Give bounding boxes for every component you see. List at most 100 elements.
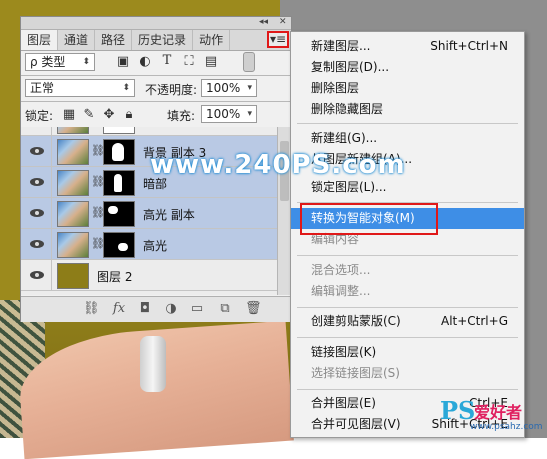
menu-item-label: 删除图层 [311, 81, 360, 95]
divider [51, 229, 52, 260]
menu-item-duplicate-layer[interactable]: 复制图层(D)... [291, 57, 524, 78]
folder-icon[interactable]: ▭ [189, 301, 205, 316]
site-logo-text: 爱好者 [474, 403, 523, 422]
mask-thumbnail[interactable] [103, 170, 135, 196]
menu-separator [297, 123, 518, 124]
menu-item-shortcut: Alt+Ctrl+G [440, 314, 508, 328]
lock-move-icon[interactable]: ✥ [101, 107, 117, 122]
type-filter-icon[interactable]: T [159, 53, 175, 68]
menu-item-label: 编辑调整... [311, 284, 371, 298]
layer-row[interactable]: ⛓ 高光 [21, 229, 277, 260]
tab-layers[interactable]: 图层 [21, 30, 59, 50]
filter-kind-select[interactable]: ρ 类型 ⬍ [25, 53, 95, 71]
menu-item-shortcut: Shift+Ctrl+N [430, 39, 508, 53]
tab-paths[interactable]: 路径 [95, 30, 133, 50]
fx-icon[interactable]: fx [111, 301, 127, 316]
layer-name[interactable]: 高光 副本 [143, 206, 195, 223]
layer-thumbnail [57, 170, 89, 196]
fill-value: 100% [206, 107, 241, 121]
layer-thumbnail [57, 127, 89, 134]
chevron-down-icon[interactable]: ▾ [247, 80, 252, 96]
menu-item-label: 新建组(G)... [311, 131, 378, 145]
visibility-eye-icon[interactable] [30, 269, 44, 281]
layer-name[interactable]: 高光 [143, 237, 167, 254]
mask-thumbnail [103, 127, 135, 134]
visibility-eye-icon[interactable] [30, 176, 44, 188]
layer-thumbnail [57, 263, 89, 289]
smart-object-filter-icon[interactable]: ▤ [203, 54, 219, 69]
menu-item-select-linked[interactable]: 选择链接图层(S) [291, 363, 524, 384]
menu-item-delete-hidden[interactable]: 删除隐藏图层 [291, 99, 524, 120]
menu-item-blending-options[interactable]: 混合选项... [291, 260, 524, 281]
menu-separator [297, 389, 518, 390]
opacity-input[interactable]: 100% ▾ [201, 79, 257, 97]
menu-item-label: 链接图层(K) [311, 345, 377, 359]
lock-brush-icon[interactable]: ✎ [81, 107, 97, 122]
menu-item-new-group[interactable]: 新建组(G)... [291, 128, 524, 149]
fill-label: 填充: [167, 109, 196, 123]
opacity-label: 不透明度: [145, 83, 198, 97]
divider [51, 260, 52, 291]
menu-item-label: 新建图层... [311, 39, 371, 53]
divider [51, 136, 52, 167]
shape-filter-icon[interactable]: ⛶ [181, 54, 197, 69]
menu-item-clipping-mask[interactable]: 创建剪贴蒙版(C) Alt+Ctrl+G [291, 311, 524, 332]
visibility-eye-icon[interactable] [30, 238, 44, 250]
panel-menu-button[interactable]: ▾≡ [267, 31, 289, 48]
mask-thumbnail[interactable] [103, 232, 135, 258]
fill-input[interactable]: 100% ▾ [201, 105, 257, 123]
layer-row[interactable]: 图层 2 [21, 260, 277, 291]
menu-item-delete-layer[interactable]: 删除图层 [291, 78, 524, 99]
trash-icon[interactable]: 🗑︎ [245, 301, 262, 316]
link-icon[interactable]: ⛓ [83, 301, 100, 316]
tab-actions[interactable]: 动作 [193, 30, 231, 50]
layer-thumbnail [57, 232, 89, 258]
filter-toggle-switch[interactable] [243, 52, 255, 72]
menu-item-label: 复制图层(D)... [311, 60, 390, 74]
menu-item-new-layer[interactable]: 新建图层... Shift+Ctrl+N [291, 36, 524, 57]
visibility-eye-icon[interactable] [30, 145, 44, 157]
image-filter-icon[interactable]: ▣ [115, 54, 131, 69]
divider [51, 198, 52, 229]
blend-mode-value: 正常 [30, 81, 55, 95]
lock-label: 锁定: [25, 109, 54, 123]
layer-name[interactable]: 图层 2 [97, 268, 132, 285]
blend-mode-select[interactable]: 正常 ⬍ [25, 79, 135, 97]
menu-item-label: 合并可见图层(V) [311, 417, 401, 431]
menu-item-link-layers[interactable]: 链接图层(K) [291, 342, 524, 363]
filter-kind-label: ρ 类型 [30, 55, 66, 69]
mask-icon[interactable]: ◘ [137, 301, 153, 316]
mask-thumbnail[interactable] [103, 201, 135, 227]
layer-row[interactable]: ⛓ 高光 副本 [21, 198, 277, 229]
chevron-updown-icon: ⬍ [82, 57, 90, 67]
layer-thumbnail [57, 139, 89, 165]
menu-separator [297, 337, 518, 338]
lock-all-icon[interactable]: 🔒︎ [121, 107, 137, 122]
chevron-updown-icon: ⬍ [122, 83, 130, 93]
lock-transparent-icon[interactable]: ▦ [61, 107, 77, 122]
menu-item-lock-layers[interactable]: 锁定图层(L)... [291, 177, 524, 198]
divider [21, 101, 291, 102]
tab-channels[interactable]: 通道 [58, 30, 96, 50]
menu-item-label: 删除隐藏图层 [311, 102, 384, 116]
menu-item-label: 合并图层(E) [311, 396, 376, 410]
collapse-icon[interactable]: ◂◂ [259, 17, 268, 27]
tab-history[interactable]: 历史记录 [132, 30, 194, 50]
menu-item-label: 创建剪贴蒙版(C) [311, 314, 401, 328]
new-layer-icon[interactable]: ⧉ [217, 301, 233, 316]
menu-item-label: 锁定图层(L)... [311, 180, 387, 194]
divider [51, 167, 52, 198]
adjustment-filter-icon[interactable]: ◐ [137, 54, 153, 69]
site-logo-url: www.psahz.com [470, 422, 543, 432]
visibility-eye-icon[interactable] [30, 207, 44, 219]
layer-row-partial[interactable] [21, 127, 277, 136]
menu-separator [297, 307, 518, 308]
menu-item-label: 选择链接图层(S) [311, 366, 400, 380]
close-icon[interactable]: ✕ [279, 17, 287, 27]
menu-item-edit-adjustment[interactable]: 编辑调整... [291, 281, 524, 302]
divider [21, 75, 291, 76]
adjustment-icon[interactable]: ◑ [163, 301, 179, 316]
chevron-down-icon[interactable]: ▾ [247, 106, 252, 122]
panel-titlebar[interactable]: ◂◂ ✕ [21, 17, 291, 30]
mask-thumbnail[interactable] [103, 139, 135, 165]
